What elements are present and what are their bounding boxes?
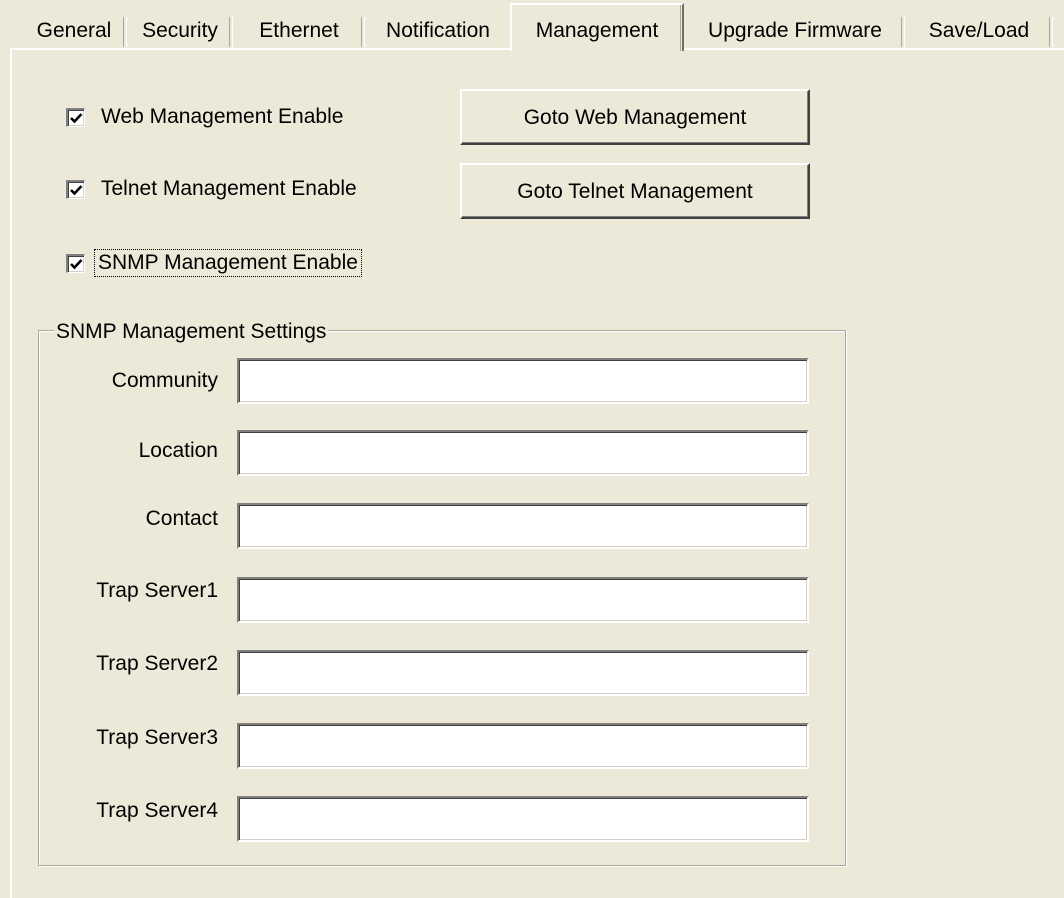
tab-label: Save/Load xyxy=(928,19,1030,42)
tab-general[interactable]: General xyxy=(22,12,127,50)
tab-label: General xyxy=(36,19,112,42)
tab-save-load[interactable]: Save/Load xyxy=(906,12,1053,50)
tab-security[interactable]: Security xyxy=(128,12,233,50)
tab-label: Notification xyxy=(386,19,490,42)
tab-label: Upgrade Firmware xyxy=(708,19,882,42)
tab-label: Security xyxy=(142,19,218,42)
tab-management[interactable]: Management xyxy=(510,3,684,51)
tab-strip: General Security Ethernet Notification M… xyxy=(0,0,1064,52)
tab-ethernet[interactable]: Ethernet xyxy=(234,12,365,50)
tab-label: Management xyxy=(535,19,659,42)
tab-upgrade-firmware[interactable]: Upgrade Firmware xyxy=(686,12,905,50)
tab-label: Ethernet xyxy=(259,19,339,42)
management-tab-panel xyxy=(10,48,1064,898)
tab-notification[interactable]: Notification xyxy=(366,12,510,50)
